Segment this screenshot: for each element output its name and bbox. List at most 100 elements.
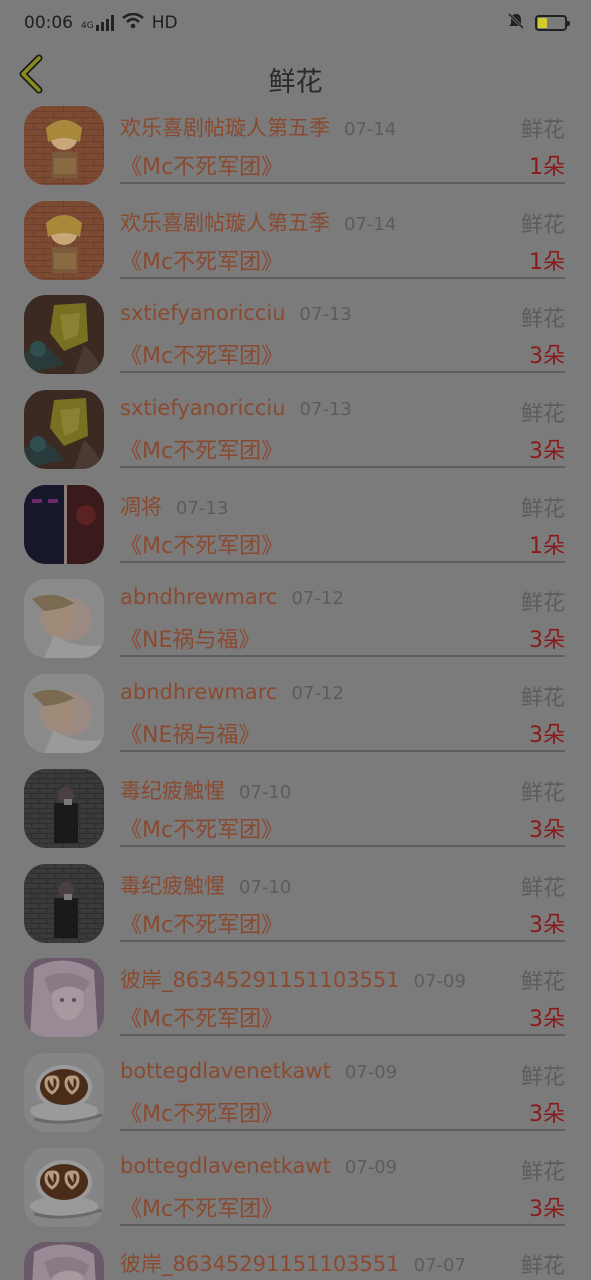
gift-type: 鲜花: [520, 402, 565, 428]
group-name[interactable]: 《Mc不死军团》: [120, 338, 283, 370]
user-name[interactable]: 欢乐喜剧帖璇人第五季 07-14: [120, 112, 396, 142]
user-name[interactable]: abndhrewmarc 07-12: [120, 585, 344, 609]
user-name-text: 欢乐喜剧帖璇人第五季: [120, 210, 330, 235]
user-name[interactable]: 彼岸_86345291151103551 07-07: [120, 1248, 466, 1278]
gift-list-item[interactable]: bottegdlavenetkawt 07-09 鲜花 《Mc不死军团》 3朵: [0, 1147, 591, 1243]
user-name-text: bottegdlavenetkawt: [120, 1058, 331, 1083]
user-avatar[interactable]: [24, 484, 104, 564]
group-name[interactable]: 《Mc不死军团》: [120, 907, 283, 939]
gold-leaf-avatar: [24, 295, 104, 375]
gift-list-item[interactable]: 欢乐喜剧帖璇人第五季 07-14 鲜花 《Mc不死军团》 1朵: [0, 106, 591, 201]
status-bar: 00:06 4G HD: [0, 0, 591, 46]
gift-date: 07-12: [291, 683, 344, 705]
gift-list-item[interactable]: abndhrewmarc 07-12 鲜花 《NE祸与福》 3朵: [0, 579, 591, 674]
gift-type: 鲜花: [520, 1064, 565, 1090]
user-name[interactable]: bottegdlavenetkawt 07-09: [120, 1154, 397, 1178]
anime-girl-avatar: [24, 106, 104, 185]
gift-count: 3朵: [529, 439, 565, 465]
user-avatar[interactable]: [24, 958, 104, 1038]
gift-row-content: abndhrewmarc 07-12 鲜花 《NE祸与福》 3朵: [120, 579, 565, 658]
minecraft-enderman-avatar: [24, 484, 104, 564]
page-title: 鲜花: [268, 67, 323, 98]
gift-list-item[interactable]: 彼岸_86345291151103551 07-07 鲜花: [0, 1242, 591, 1280]
user-avatar[interactable]: [24, 106, 104, 185]
user-name[interactable]: bottegdlavenetkawt 07-09: [120, 1059, 397, 1083]
gift-date: 07-10: [239, 876, 292, 898]
gift-type: 鲜花: [520, 118, 565, 143]
user-name-text: abndhrewmarc: [120, 585, 278, 610]
woman-lying-avatar: [24, 579, 104, 659]
header: 鲜花: [0, 46, 591, 106]
gift-type: 鲜花: [520, 1254, 565, 1280]
gift-list-item[interactable]: 彼岸_86345291151103551 07-09 鲜花 《Mc不死军团》 3朵: [0, 958, 591, 1053]
user-avatar[interactable]: [24, 390, 104, 470]
group-name[interactable]: 《Mc不死军团》: [120, 812, 283, 844]
group-name[interactable]: 《Mc不死军团》: [120, 528, 283, 560]
gift-count: 1朵: [529, 249, 565, 275]
user-avatar[interactable]: [24, 768, 104, 848]
group-name[interactable]: 《NE祸与福》: [120, 622, 260, 654]
gift-type: 鲜花: [520, 780, 565, 806]
group-name[interactable]: 《Mc不死军团》: [120, 1096, 283, 1128]
wifi-icon: [121, 12, 144, 34]
group-name[interactable]: 《Mc不死军团》: [120, 244, 283, 276]
gift-type: 鲜花: [520, 875, 565, 901]
group-name[interactable]: 《Mc不死军团》: [120, 1001, 283, 1033]
user-avatar[interactable]: [24, 1242, 104, 1280]
user-name-text: 彼岸_86345291151103551: [120, 1252, 400, 1277]
status-time: 00:06: [24, 13, 73, 33]
user-name[interactable]: sxtiefyanoricciu 07-13: [120, 301, 352, 325]
user-avatar[interactable]: [24, 579, 104, 659]
gift-list-item[interactable]: 毒纪疲触惺 07-10 鲜花 《Mc不死军团》 3朵: [0, 863, 591, 959]
gift-count: 1朵: [529, 533, 565, 559]
gift-list-item[interactable]: 毒纪疲触惺 07-10 鲜花 《Mc不死军团》 3朵: [0, 768, 591, 864]
user-avatar[interactable]: [24, 1052, 104, 1132]
user-name-text: sxtiefyanoricciu: [120, 301, 286, 326]
gift-type: 鲜花: [520, 212, 565, 238]
gift-row-content: 凋将 07-13 鲜花 《Mc不死军团》 1朵: [120, 485, 565, 563]
gift-type: 鲜花: [520, 591, 565, 617]
user-name[interactable]: 凋将 07-13: [120, 491, 228, 521]
gift-row-content: bottegdlavenetkawt 07-09 鲜花 《Mc不死军团》 3朵: [120, 1053, 565, 1131]
user-name[interactable]: 毒纪疲触惺 07-10: [120, 870, 291, 900]
user-name[interactable]: sxtiefyanoricciu 07-13: [120, 396, 352, 420]
group-name[interactable]: 《Mc不死军团》: [120, 1191, 283, 1223]
user-avatar[interactable]: [24, 1147, 104, 1227]
user-name-text: 毒纪疲触惺: [120, 873, 225, 898]
gift-type: 鲜花: [520, 970, 565, 996]
gift-row-content: 彼岸_86345291151103551 07-07 鲜花: [120, 1242, 565, 1280]
gift-date: 07-12: [291, 588, 344, 610]
group-name[interactable]: 《NE祸与福》: [120, 717, 260, 749]
group-name[interactable]: 《Mc不死军团》: [120, 433, 283, 465]
gift-list-item[interactable]: 欢乐喜剧帖璇人第五季 07-14 鲜花 《Mc不死军团》 1朵: [0, 200, 591, 296]
man-brick-wall-avatar: [24, 768, 104, 848]
user-name-text: bottegdlavenetkawt: [120, 1153, 331, 1178]
gift-date: 07-13: [176, 497, 229, 519]
gold-leaf-avatar: [24, 390, 104, 470]
network-label: 4G: [81, 21, 94, 31]
user-name-text: 欢乐喜剧帖璇人第五季: [120, 116, 330, 140]
group-name[interactable]: 《Mc不死军团》: [120, 149, 283, 181]
user-avatar[interactable]: [24, 674, 104, 754]
user-name-text: 凋将: [120, 494, 162, 519]
gift-list-item[interactable]: 凋将 07-13 鲜花 《Mc不死军团》 1朵: [0, 484, 591, 580]
user-avatar[interactable]: [24, 863, 104, 943]
user-name[interactable]: 欢乐喜剧帖璇人第五季 07-14: [120, 207, 396, 237]
user-name[interactable]: 彼岸_86345291151103551 07-09: [120, 964, 466, 994]
gift-list-item[interactable]: sxtiefyanoricciu 07-13 鲜花 《Mc不死军团》 3朵: [0, 390, 591, 485]
gift-date: 07-13: [299, 304, 352, 326]
gift-list-item[interactable]: sxtiefyanoricciu 07-13 鲜花 《Mc不死军团》 3朵: [0, 295, 591, 390]
user-name-text: sxtiefyanoricciu: [120, 396, 286, 421]
gift-list-item[interactable]: abndhrewmarc 07-12 鲜花 《NE祸与福》 3朵: [0, 674, 591, 769]
user-name[interactable]: 毒纪疲触惺 07-10: [120, 775, 291, 805]
user-avatar[interactable]: [24, 200, 104, 280]
gift-list-item[interactable]: bottegdlavenetkawt 07-09 鲜花 《Mc不死军团》 3朵: [0, 1052, 591, 1148]
anime-white-hair-avatar: [24, 958, 104, 1038]
user-name[interactable]: abndhrewmarc 07-12: [120, 680, 344, 704]
gift-date: 07-10: [239, 781, 292, 803]
signal-icon: 4G: [81, 15, 114, 31]
mute-icon: [507, 12, 525, 35]
user-avatar[interactable]: [24, 295, 104, 375]
gift-type: 鲜花: [520, 686, 565, 712]
woman-lying-avatar: [24, 674, 104, 754]
